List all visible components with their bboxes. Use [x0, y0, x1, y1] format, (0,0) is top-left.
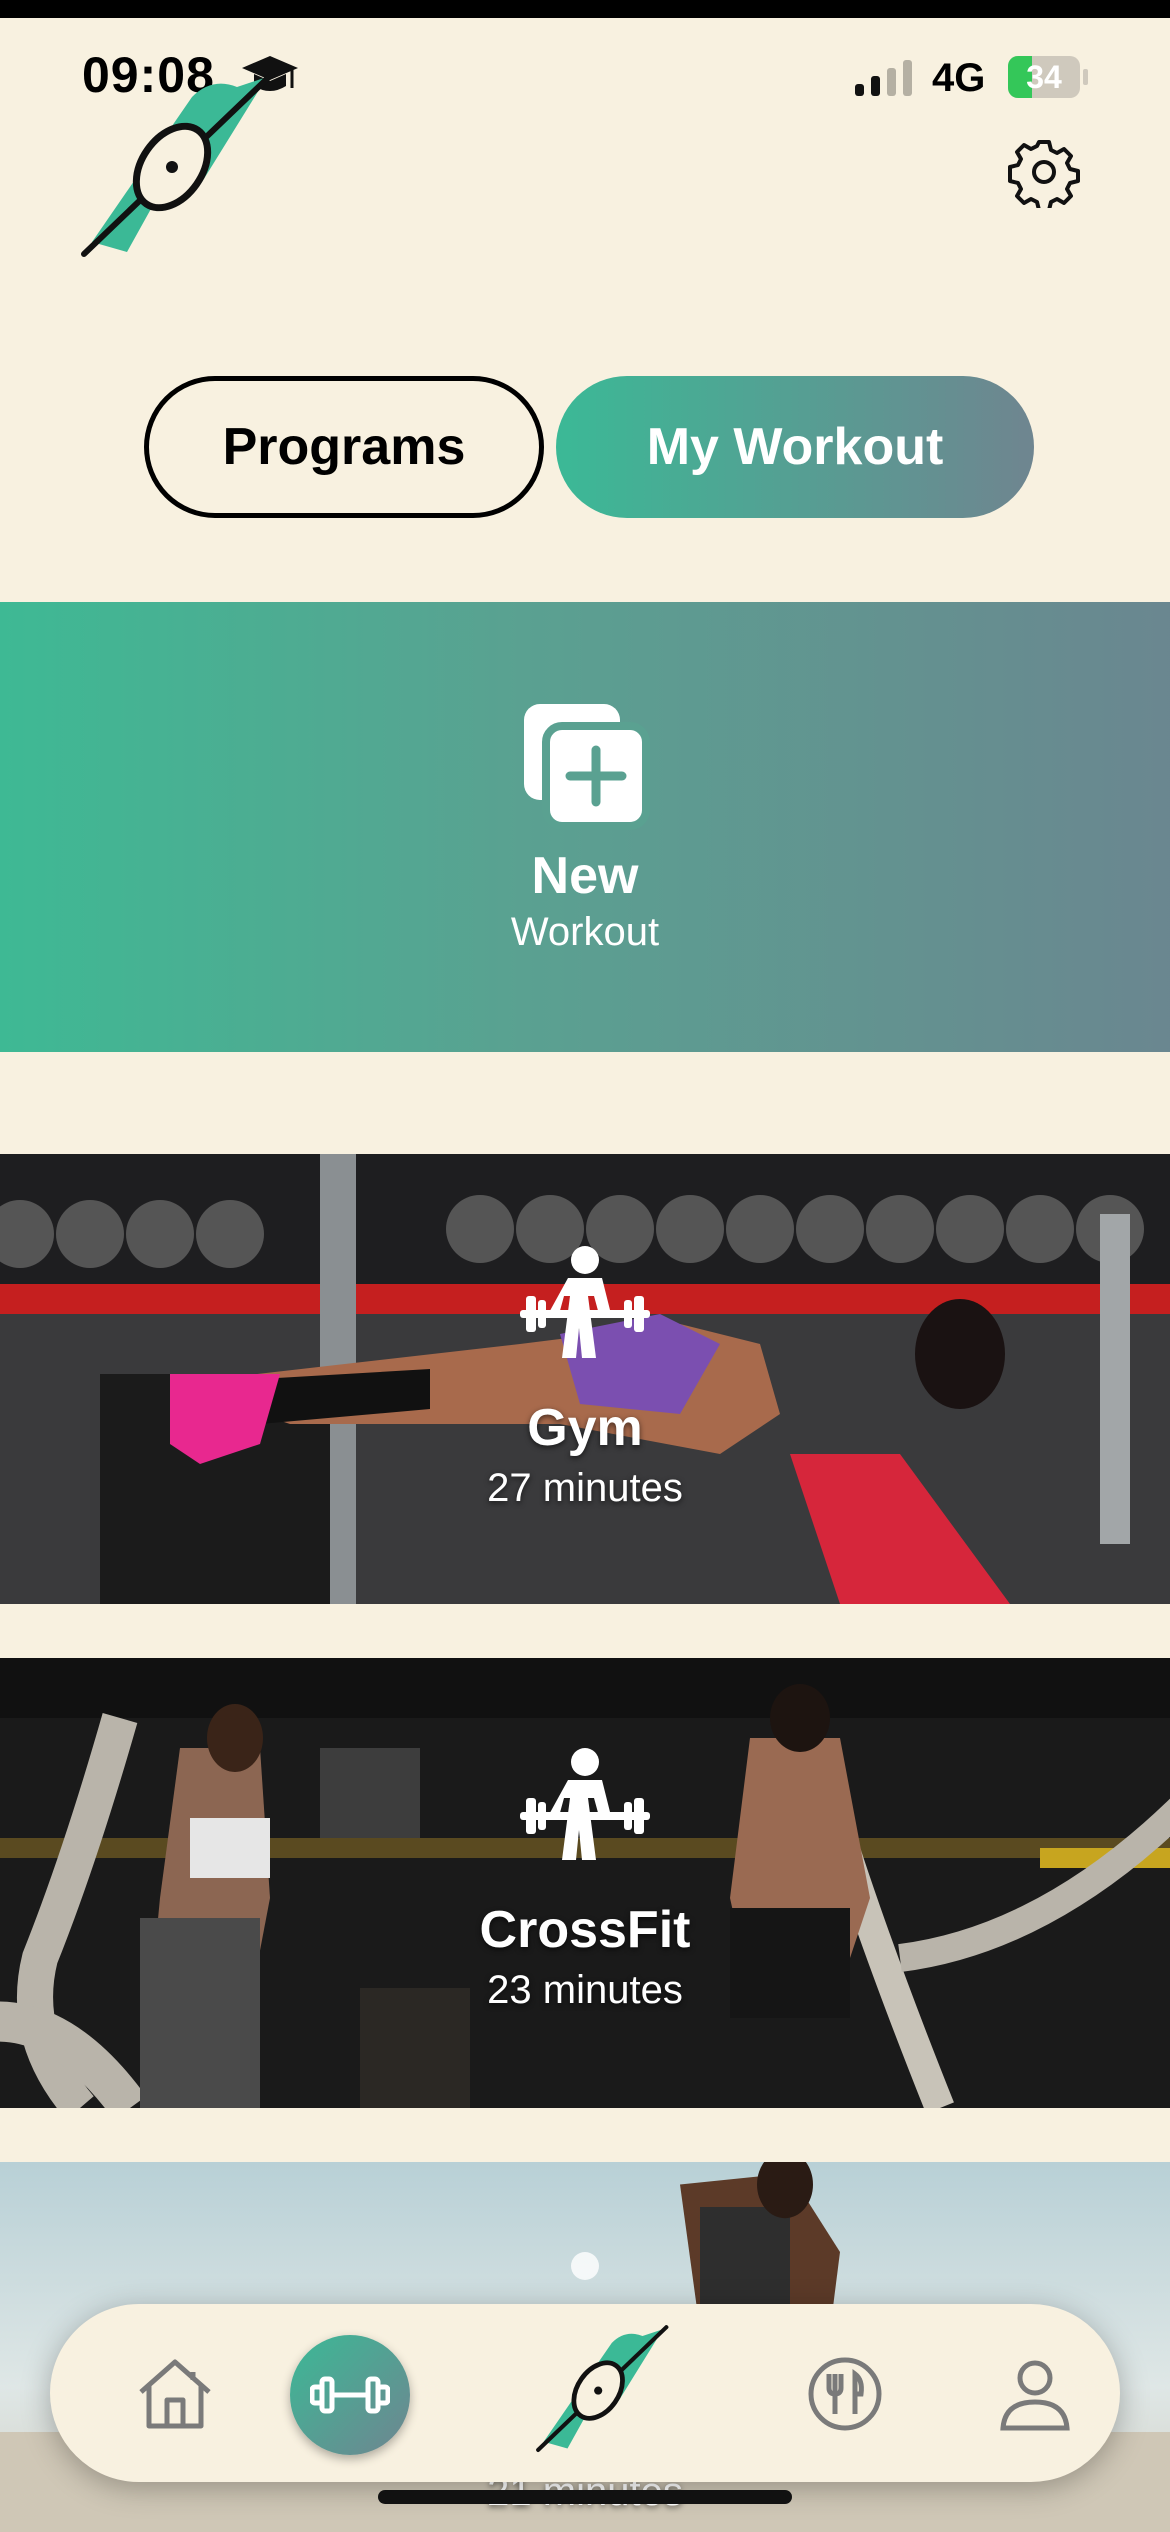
bottom-nav	[50, 2304, 1120, 2482]
battery-level: 34	[1026, 59, 1062, 95]
home-icon	[139, 2359, 211, 2429]
fork-knife-icon	[808, 2357, 882, 2431]
new-workout-title: New	[531, 847, 639, 905]
gear-icon[interactable]	[1008, 136, 1080, 208]
new-workout-subtitle: Workout	[510, 910, 660, 954]
tab-programs[interactable]: Programs	[144, 376, 544, 518]
workout-card-crossfit-duration: 23 minutes	[487, 1968, 683, 2012]
nav-nutrition[interactable]	[800, 2349, 890, 2439]
home-indicator	[378, 2490, 792, 2504]
app-logo-icon	[536, 2325, 669, 2452]
top-edge	[0, 0, 1170, 18]
nav-workouts[interactable]	[290, 2335, 410, 2455]
add-copy-icon	[524, 704, 650, 830]
person-icon	[1000, 2360, 1070, 2431]
workout-card-crossfit-title: CrossFit	[479, 1901, 691, 1959]
nav-home-logo[interactable]	[530, 2324, 680, 2464]
workout-card-gym-title: Gym	[527, 1399, 643, 1457]
weightlifter-icon	[520, 1748, 650, 1860]
app-logo-icon	[81, 72, 275, 257]
weightlifter-icon	[520, 1246, 650, 1358]
network-type: 4G	[932, 56, 986, 100]
battery-icon: 34	[1008, 56, 1088, 98]
nav-profile[interactable]	[990, 2349, 1080, 2439]
nav-home[interactable]	[130, 2349, 220, 2439]
workout-card-gym-duration: 27 minutes	[487, 1466, 683, 1510]
signal-strength-icon	[855, 60, 912, 96]
tab-my-workout[interactable]: My Workout	[556, 376, 1034, 518]
dumbbell-icon	[310, 2376, 390, 2414]
